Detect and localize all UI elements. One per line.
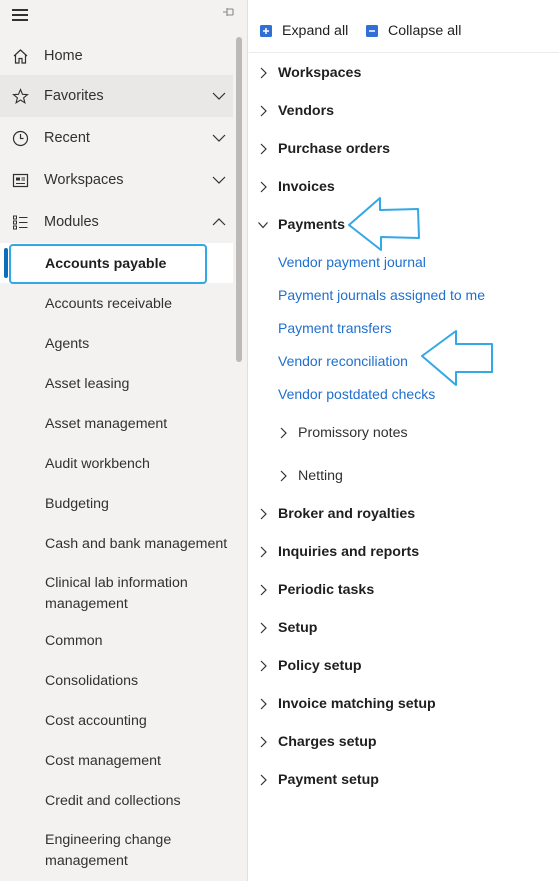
module-item[interactable]: Asset management [0, 403, 233, 443]
module-label: Consolidations [45, 673, 139, 689]
chevron-right-icon [280, 427, 287, 439]
nav-item-recent[interactable]: Recent [0, 117, 233, 159]
module-item[interactable]: Asset leasing [0, 363, 233, 403]
nav-item-label: Favorites [44, 88, 104, 104]
collapse-all-label: Collapse all [388, 23, 462, 39]
group-label: Setup [278, 620, 318, 636]
module-item[interactable]: Agents [0, 323, 233, 363]
chevron-right-icon [260, 736, 267, 748]
link-vendor-reconciliation[interactable]: Vendor reconciliation [278, 353, 408, 369]
workspace-icon [12, 173, 29, 188]
nav-header [0, 0, 247, 30]
module-item[interactable]: Consolidations [0, 660, 233, 700]
chevron-right-icon [260, 660, 267, 672]
group-label: Inquiries and reports [278, 544, 420, 560]
group-label: Workspaces [278, 65, 362, 81]
nav-scrollbar[interactable] [236, 37, 242, 362]
chevron-down-icon [258, 222, 268, 229]
module-label: Audit workbench [45, 456, 150, 472]
chevron-right-icon [260, 181, 267, 193]
chevron-down-icon[interactable] [212, 132, 226, 144]
nav-item-label: Recent [44, 130, 90, 146]
subgroup-label: Promissory notes [298, 425, 408, 441]
module-item[interactable]: Budgeting [0, 483, 233, 523]
arrow-annotation-icon [348, 197, 420, 251]
module-item[interactable]: Audit workbench [0, 443, 233, 483]
module-item[interactable]: Engineering change management [0, 828, 233, 881]
chevron-right-icon [260, 546, 267, 558]
module-label: Clinical lab information management [45, 575, 188, 612]
group-label: Policy setup [278, 658, 362, 674]
module-item[interactable]: Cash and bank management [0, 523, 233, 563]
chevron-right-icon [260, 508, 267, 520]
navigation-pane: Home Favorites Recent Workspaces Modules… [0, 0, 248, 881]
module-label: Cash and bank management [45, 536, 228, 552]
modules-list-icon [13, 215, 28, 230]
module-label: Credit and collections [45, 793, 181, 809]
nav-item-home[interactable]: Home [0, 35, 233, 77]
chevron-right-icon [280, 470, 287, 482]
module-item[interactable]: Common [0, 620, 233, 660]
nav-item-workspaces[interactable]: Workspaces [0, 159, 233, 201]
chevron-right-icon [260, 698, 267, 710]
group-label: Payment setup [278, 772, 379, 788]
group-label: Invoice matching setup [278, 696, 436, 712]
module-item[interactable]: Credit and collections [0, 780, 233, 820]
group-label: Charges setup [278, 734, 377, 750]
module-label: Engineering change management [45, 832, 172, 869]
module-label: Accounts payable [45, 256, 167, 272]
selected-indicator [4, 248, 8, 278]
chevron-right-icon [260, 584, 267, 596]
group-label: Invoices [278, 179, 335, 195]
chevron-up-icon[interactable] [212, 216, 226, 228]
link-payment-journals-assigned[interactable]: Payment journals assigned to me [278, 287, 485, 303]
arrow-annotation-icon [421, 330, 493, 386]
group-label: Periodic tasks [278, 582, 375, 598]
module-item-accounts-payable[interactable]: Accounts payable [0, 243, 233, 283]
home-icon [13, 49, 28, 64]
module-label: Common [45, 633, 103, 649]
nav-item-label: Modules [44, 214, 99, 230]
group-label: Broker and royalties [278, 506, 416, 522]
chevron-right-icon [260, 774, 267, 786]
module-item[interactable]: Accounts receivable [0, 283, 233, 323]
chevron-down-icon[interactable] [212, 174, 226, 186]
module-label: Asset management [45, 416, 168, 432]
module-item[interactable]: Cost accounting [0, 700, 233, 740]
pin-icon[interactable] [222, 5, 236, 19]
module-label: Accounts receivable [45, 296, 172, 312]
collapse-all-button[interactable]: Collapse all [365, 20, 461, 42]
chevron-right-icon [260, 143, 267, 155]
hamburger-menu-icon[interactable] [12, 9, 28, 21]
chevron-right-icon [260, 67, 267, 79]
nav-item-modules[interactable]: Modules [0, 201, 233, 243]
expand-all-label: Expand all [282, 23, 349, 39]
nav-item-favorites[interactable]: Favorites [0, 75, 233, 117]
link-vendor-postdated-checks[interactable]: Vendor postdated checks [278, 386, 435, 402]
group-label: Payments [278, 217, 346, 233]
module-item[interactable]: Cost management [0, 740, 233, 780]
star-icon [12, 88, 29, 105]
module-label: Asset leasing [45, 376, 130, 392]
subgroup-label: Netting [298, 468, 343, 484]
nav-item-label: Workspaces [44, 172, 124, 188]
link-payment-transfers[interactable]: Payment transfers [278, 320, 392, 336]
chevron-right-icon [260, 622, 267, 634]
link-vendor-payment-journal[interactable]: Vendor payment journal [278, 254, 426, 270]
module-label: Cost management [45, 753, 161, 769]
module-label: Budgeting [45, 496, 109, 512]
content-toolbar: Expand all Collapse all [249, 0, 559, 53]
module-label: Agents [45, 336, 90, 352]
chevron-right-icon [260, 105, 267, 117]
expand-all-icon [260, 25, 272, 37]
module-label: Cost accounting [45, 713, 147, 729]
nav-item-label: Home [44, 48, 83, 64]
collapse-all-icon [366, 25, 378, 37]
group-label: Purchase orders [278, 141, 390, 157]
group-label: Vendors [278, 103, 334, 119]
chevron-down-icon[interactable] [212, 90, 226, 102]
expand-all-button[interactable]: Expand all [259, 20, 348, 42]
clock-icon [12, 130, 29, 147]
